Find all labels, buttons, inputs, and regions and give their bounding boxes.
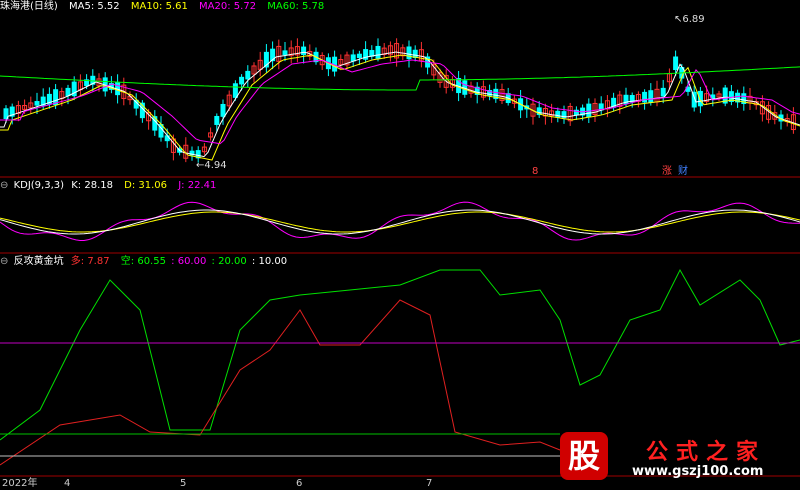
watermark-url: www.gszj100.com	[632, 464, 764, 479]
kdj-lines	[0, 201, 800, 241]
fg-line60-readout: : 60.00	[171, 256, 207, 267]
kdj-panel-header: ⊖ KDJ(9,3,3) K: 28.18 D: 31.06 J: 22.41	[0, 180, 224, 192]
x-axis-label-year: 2022年	[2, 478, 38, 489]
candle-body	[375, 45, 381, 59]
candle-body	[642, 91, 648, 103]
kdj-collapse-icon[interactable]: ⊖	[0, 180, 8, 191]
x-axis-label-6: 6	[296, 478, 303, 489]
fg-name: 反攻黄金坑	[13, 256, 64, 267]
candle-body	[220, 103, 226, 117]
x-axis-label-5: 5	[180, 478, 187, 489]
fg-collapse-icon[interactable]: ⊖	[0, 256, 8, 267]
candle-body	[673, 56, 679, 71]
candle-body	[301, 46, 307, 56]
low-price-marker: ←4.94	[196, 160, 227, 171]
candle-body	[245, 70, 251, 80]
kdj-d-readout: D: 31.06	[124, 180, 168, 191]
watermark-name: 公式之家	[646, 440, 767, 465]
fg-duo-line	[0, 299, 561, 466]
fg-line20-readout: : 20.00	[211, 256, 247, 267]
kdj-j-readout: J: 22.41	[178, 180, 217, 191]
watermark-char-icon: 股	[560, 432, 608, 480]
x-axis-label-4: 4	[64, 478, 71, 489]
candle-body	[648, 90, 654, 103]
fg-kong-readout: 空: 60.55	[120, 256, 166, 267]
watermark-logo: 股 公式之家 www.gszj100.com	[560, 432, 800, 484]
kdj-name: KDJ(9,3,3)	[13, 180, 65, 191]
fg-line10-readout: : 10.00	[251, 256, 288, 267]
high-price-marker: ↖6.89	[674, 14, 705, 25]
candlestick-series	[3, 38, 796, 163]
candle-body	[65, 87, 71, 97]
candle-body	[412, 49, 418, 58]
candle-body	[697, 90, 703, 107]
x-axis-label-7: 7	[426, 478, 433, 489]
candle-body	[282, 50, 288, 56]
candle-body	[356, 53, 362, 59]
fg-panel-header: ⊖ 反攻黄金坑 多: 7.87 空: 60.55 : 60.00 : 20.00…	[0, 256, 295, 268]
event-tag-zhang[interactable]: 涨	[662, 166, 672, 178]
candle-body	[660, 87, 666, 97]
candle-body	[350, 54, 356, 62]
candle-body	[232, 83, 238, 98]
fg-duo-readout: 多: 7.87	[70, 256, 110, 267]
event-tag-8[interactable]: 8	[532, 166, 538, 178]
candle-body	[34, 101, 40, 106]
candle-body	[555, 110, 561, 118]
event-tag-cai[interactable]: 财	[678, 166, 688, 178]
candle-body	[239, 76, 245, 85]
chart-canvas	[0, 38, 800, 477]
candle-body	[214, 115, 220, 125]
kdj-k-readout: K: 28.18	[71, 180, 113, 191]
